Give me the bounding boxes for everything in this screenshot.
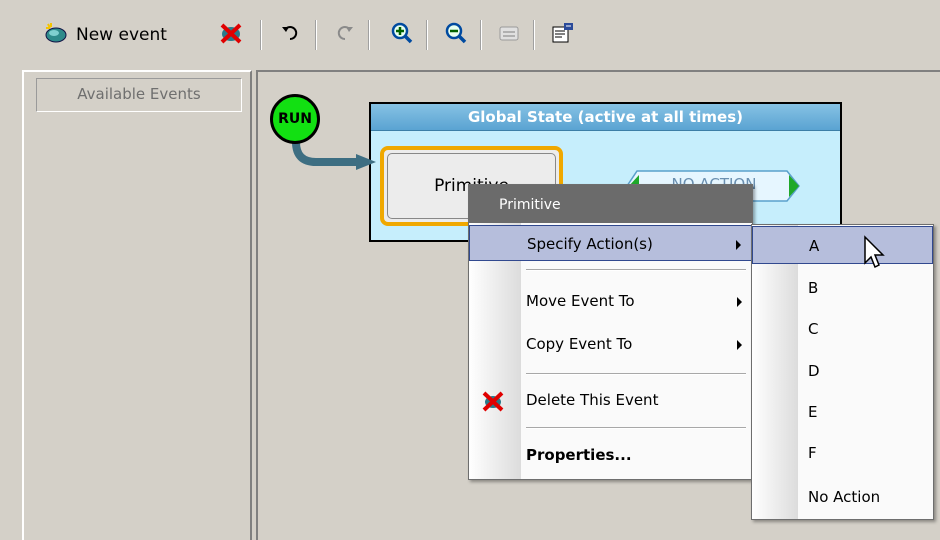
submenu-arrow-icon bbox=[736, 240, 741, 250]
menu-item-specify-actions[interactable]: Specify Action(s) bbox=[469, 225, 752, 261]
zoom-out-button[interactable] bbox=[444, 22, 468, 48]
submenu-item-b[interactable]: B bbox=[752, 269, 933, 307]
new-event-button[interactable]: New event bbox=[44, 22, 167, 48]
toolbar-separator bbox=[533, 20, 535, 50]
submenu-item-label: A bbox=[809, 237, 820, 255]
global-state-title: Global State (active at all times) bbox=[371, 104, 840, 131]
properties-button[interactable] bbox=[550, 22, 576, 48]
submenu-item-f[interactable]: F bbox=[752, 434, 933, 472]
submenu-arrow-icon bbox=[737, 297, 742, 307]
menu-item-delete-event[interactable]: Delete This Event bbox=[469, 382, 752, 418]
new-event-icon bbox=[44, 22, 68, 48]
context-menu-header: Primitive bbox=[469, 185, 752, 223]
submenu-item-a[interactable]: A bbox=[752, 226, 933, 264]
submenu-item-c[interactable]: C bbox=[752, 310, 933, 348]
available-events-header[interactable]: Available Events bbox=[36, 78, 242, 112]
menu-separator bbox=[526, 269, 746, 271]
submenu-arrow-icon bbox=[737, 340, 742, 350]
undo-button[interactable] bbox=[280, 22, 302, 48]
toolbar-separator bbox=[260, 20, 262, 50]
zoom-out-icon bbox=[444, 21, 468, 49]
mouse-cursor-icon bbox=[864, 235, 885, 269]
new-event-label: New event bbox=[76, 25, 167, 45]
menu-item-properties[interactable]: Properties... bbox=[469, 437, 752, 473]
available-events-panel: Available Events bbox=[22, 70, 252, 540]
keyboard-button bbox=[497, 22, 521, 48]
submenu-item-label: F bbox=[808, 444, 817, 462]
submenu-item-label: C bbox=[808, 320, 819, 338]
toolbar-separator bbox=[426, 20, 428, 50]
menu-separator bbox=[526, 373, 746, 375]
submenu-item-label: E bbox=[808, 403, 818, 421]
toolbar: New event bbox=[0, 0, 940, 66]
actions-submenu: A B C D E F No Action bbox=[751, 224, 934, 520]
submenu-item-label: No Action bbox=[808, 488, 881, 506]
menu-item-label: Move Event To bbox=[526, 292, 635, 310]
submenu-item-no-action[interactable]: No Action bbox=[752, 478, 933, 516]
undo-icon bbox=[280, 22, 302, 48]
menu-item-label: Specify Action(s) bbox=[527, 235, 653, 253]
menu-item-move-event-to[interactable]: Move Event To bbox=[469, 283, 752, 319]
zoom-in-button[interactable] bbox=[390, 22, 414, 48]
menu-separator bbox=[526, 427, 746, 429]
redo-button[interactable] bbox=[333, 22, 355, 48]
zoom-in-icon bbox=[390, 21, 414, 49]
delete-event-button[interactable] bbox=[218, 22, 244, 48]
menu-item-label: Delete This Event bbox=[526, 391, 659, 409]
properties-icon bbox=[550, 21, 576, 49]
keyboard-icon bbox=[497, 22, 521, 48]
toolbar-separator bbox=[315, 20, 317, 50]
submenu-item-d[interactable]: D bbox=[752, 352, 933, 390]
submenu-item-label: D bbox=[808, 362, 820, 380]
submenu-item-label: B bbox=[808, 279, 819, 297]
run-connector-arrow bbox=[292, 141, 376, 170]
menu-item-label: Properties... bbox=[526, 446, 632, 464]
menu-item-label: Copy Event To bbox=[526, 335, 633, 353]
run-node[interactable]: RUN bbox=[270, 94, 320, 144]
submenu-item-e[interactable]: E bbox=[752, 393, 933, 431]
toolbar-separator bbox=[480, 20, 482, 50]
delete-icon bbox=[481, 389, 505, 425]
delete-icon bbox=[218, 21, 244, 49]
menu-item-copy-event-to[interactable]: Copy Event To bbox=[469, 326, 752, 362]
redo-icon bbox=[333, 22, 355, 48]
toolbar-separator bbox=[368, 20, 370, 50]
event-context-menu: Primitive Specify Action(s) Move Event T… bbox=[468, 184, 753, 480]
